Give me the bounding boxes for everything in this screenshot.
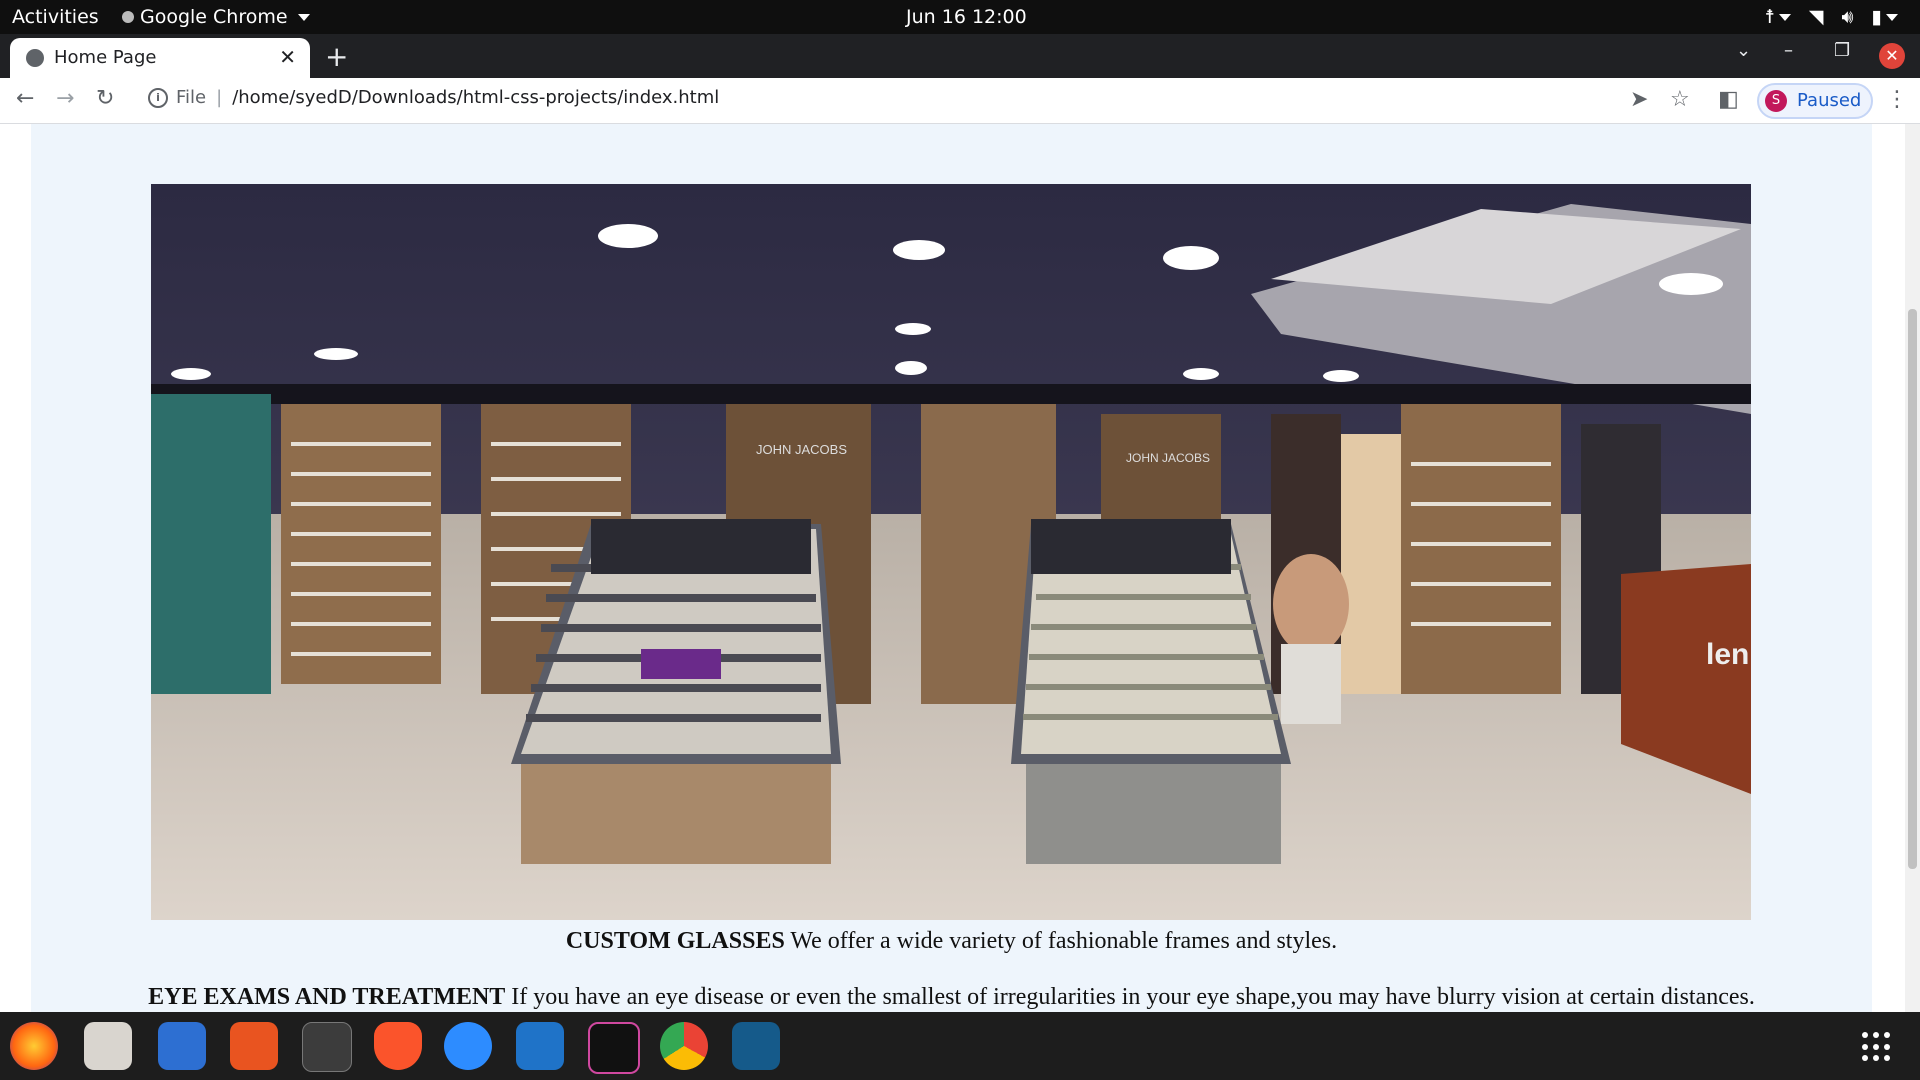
tab-strip: Home Page ✕ [0,34,1920,78]
browser-toolbar: ← → ↻ i File | /home/syedD/Downloads/htm… [0,78,1920,124]
reload-icon[interactable]: ↻ [96,86,114,111]
wifi-icon: ◥ [1808,6,1824,28]
favicon-icon [26,49,44,67]
mysql-workbench-icon[interactable] [732,1022,780,1070]
tab-home-page[interactable]: Home Page ✕ [10,38,310,78]
side-panel-icon[interactable]: ◧ [1718,87,1739,112]
text-editor-icon[interactable] [158,1022,206,1070]
software-center-icon[interactable] [230,1022,278,1070]
omnibox-separator: | [216,87,223,108]
scrollbar-thumb[interactable] [1908,309,1917,869]
avatar: S [1765,90,1787,112]
eye-exams-heading: EYE EXAMS AND TREATMENT [148,984,506,1010]
eye-exams-paragraph: EYE EXAMS AND TREATMENT If you have an e… [31,984,1872,1011]
files-icon[interactable] [84,1022,132,1070]
terminal-icon[interactable] [302,1022,352,1072]
tab-title: Home Page [54,47,157,68]
system-top-bar: Activities Google Chrome Jun 16 12:00 ☨ … [0,0,1920,34]
close-tab-icon[interactable]: ✕ [279,45,296,69]
forward-icon[interactable]: → [56,86,74,111]
chevron-down-icon [297,13,310,21]
clock[interactable]: Jun 16 12:00 [906,6,1027,28]
close-window-button[interactable]: ✕ [1879,43,1905,69]
send-icon[interactable]: ➤ [1630,87,1648,112]
eye-exams-text: If you have an eye disease or even the s… [505,984,1755,1010]
activities-button[interactable]: Activities [12,6,99,28]
page-content: JOHN JACOBS JOHN JACOBS len CUSTOM GLASS… [31,124,1872,1012]
info-icon[interactable]: i [148,87,168,108]
vscode-icon[interactable] [516,1022,564,1070]
store-sign-2: JOHN JACOBS [1126,451,1210,465]
bookmark-star-icon[interactable]: ☆ [1670,87,1690,112]
intellij-icon[interactable] [588,1022,640,1074]
accessibility-icon[interactable]: ☨ [1765,6,1791,28]
menu-kebab-icon[interactable]: ⋮ [1886,87,1908,112]
custom-glasses-text: We offer a wide variety of fashionable f… [784,928,1338,954]
app-menu[interactable]: Google Chrome [122,6,310,28]
store-sign-3: len [1706,638,1749,671]
minimize-icon[interactable]: – [1784,40,1793,61]
store-sign-1: JOHN JACOBS [756,442,847,457]
omnibox[interactable]: i File | /home/syedD/Downloads/html-css-… [148,87,719,108]
firefox-icon[interactable] [10,1022,58,1070]
new-tab-button[interactable]: + [325,40,348,73]
taskbar-dock [0,1012,1920,1080]
profile-button[interactable]: S Paused [1757,83,1873,119]
show-applications-icon[interactable] [1862,1032,1892,1062]
profile-status: Paused [1797,90,1862,111]
system-tray[interactable]: ☨ ◥ 🔊︎ ▮ [1765,6,1898,28]
back-icon[interactable]: ← [16,86,34,111]
brave-icon[interactable] [374,1022,422,1070]
chrome-small-icon [122,11,134,23]
app-menu-label: Google Chrome [140,6,288,28]
tab-search-chevron-icon[interactable]: ⌄ [1736,40,1751,61]
chrome-icon[interactable] [660,1022,708,1070]
zoom-icon[interactable] [444,1022,492,1070]
restore-icon[interactable]: ❐ [1834,40,1850,61]
scheme-label: File [176,87,207,108]
eyewear-store-image: JOHN JACOBS JOHN JACOBS len [151,184,1751,920]
volume-icon: 🔊︎ [1841,6,1854,28]
battery-icon: ▮ [1872,6,1898,28]
page-scrollbar[interactable] [1905,124,1920,1012]
custom-glasses-heading: CUSTOM GLASSES [565,928,785,954]
custom-glasses-paragraph: CUSTOM GLASSES We offer a wide variety o… [31,928,1872,955]
page-viewport: JOHN JACOBS JOHN JACOBS len CUSTOM GLASS… [0,124,1905,1012]
url-text[interactable]: /home/syedD/Downloads/html-css-projects/… [232,87,719,108]
